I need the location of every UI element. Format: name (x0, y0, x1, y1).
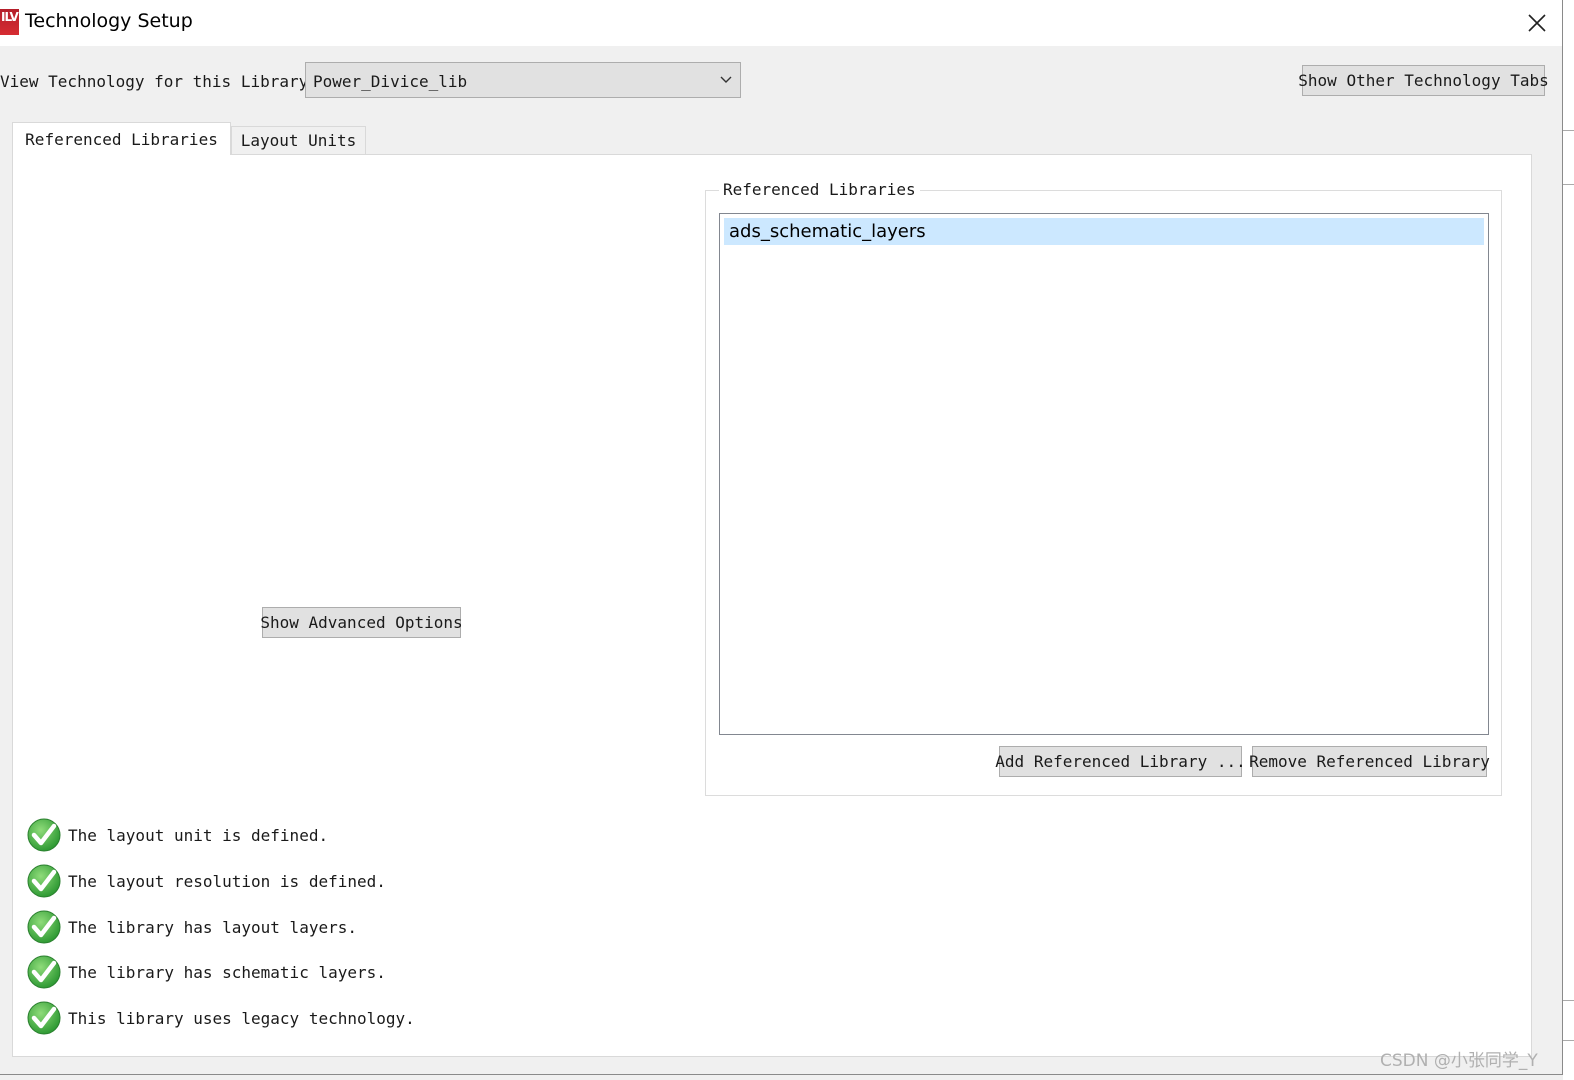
library-select[interactable]: Power_Divice_lib (305, 62, 741, 98)
edge-tick (1563, 1000, 1574, 1001)
status-text: The library has layout layers. (68, 917, 357, 937)
show-other-tabs-button[interactable]: Show Other Technology Tabs (1298, 65, 1549, 96)
status-row: The library has schematic layers. (27, 955, 386, 989)
edge-tick (1563, 184, 1574, 185)
status-text: This library uses legacy technology. (68, 1008, 415, 1028)
watermark: CSDN @小张同学_Y (1380, 1051, 1538, 1071)
status-row: The library has layout layers. (27, 910, 357, 944)
status-row: The layout unit is defined. (27, 818, 328, 852)
close-icon (1528, 14, 1546, 32)
show-advanced-options-button[interactable]: Show Advanced Options (260, 607, 463, 638)
status-text: The layout resolution is defined. (68, 871, 386, 891)
status-text: The layout unit is defined. (68, 825, 329, 845)
window-title: Technology Setup (25, 10, 193, 32)
close-button[interactable] (1517, 6, 1557, 40)
technology-setup-window: ILV Technology Setup View Technology for… (0, 0, 1563, 1075)
check-circle-icon (27, 864, 61, 898)
list-item[interactable]: ads_schematic_layers (724, 218, 1484, 245)
remove-referenced-library-button[interactable]: Remove Referenced Library (1249, 746, 1490, 777)
check-circle-icon (27, 1001, 61, 1035)
edge-tick (1563, 130, 1574, 131)
library-label: View Technology for this Library: (0, 72, 318, 91)
check-circle-icon (27, 910, 61, 944)
status-text: The library has schematic layers. (68, 962, 386, 982)
right-edge-strip (1563, 0, 1574, 1080)
check-circle-icon (27, 818, 61, 852)
tab-layout-units[interactable]: Layout Units (231, 126, 366, 154)
title-bar: ILV Technology Setup (0, 0, 1562, 46)
add-referenced-library-button[interactable]: Add Referenced Library ... (995, 746, 1246, 777)
chevron-down-icon (720, 76, 732, 83)
edge-tick (1563, 1040, 1574, 1041)
app-logo-icon: ILV (0, 9, 19, 35)
library-select-value: Power_Divice_lib (313, 72, 468, 91)
tab-referenced-libraries[interactable]: Referenced Libraries (12, 122, 231, 155)
groupbox-title: Referenced Libraries (719, 180, 920, 199)
status-row: This library uses legacy technology. (27, 1001, 415, 1035)
check-circle-icon (27, 955, 61, 989)
status-row: The layout resolution is defined. (27, 864, 386, 898)
referenced-libraries-list[interactable]: ads_schematic_layers (719, 213, 1489, 735)
